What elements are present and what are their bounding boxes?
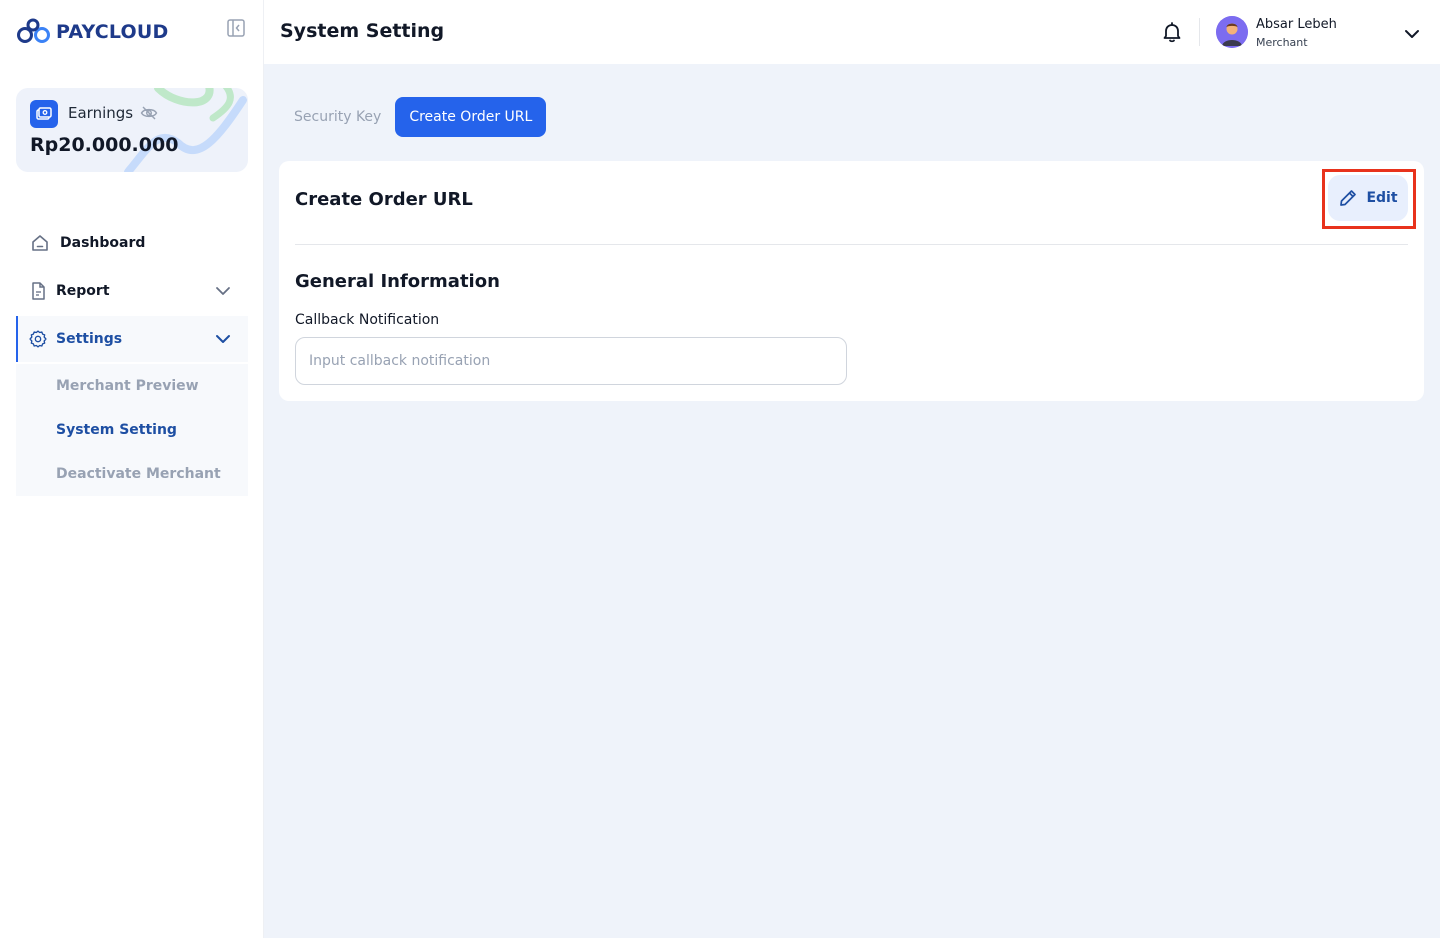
decorative-wave bbox=[124, 88, 247, 172]
brand-name: PAYCLOUD bbox=[56, 21, 169, 43]
chevron-down-icon bbox=[216, 335, 230, 343]
settings-tabs: Security Key Create Order URL bbox=[280, 97, 547, 137]
sidebar-item-merchant-preview[interactable]: Merchant Preview bbox=[16, 364, 248, 408]
create-order-url-card: Create Order URL Edit General Informatio… bbox=[279, 161, 1424, 401]
card-title: Create Order URL bbox=[295, 189, 473, 210]
home-icon bbox=[30, 233, 50, 253]
pencil-icon bbox=[1340, 190, 1357, 206]
sidebar-item-report[interactable]: Report bbox=[16, 268, 248, 314]
settings-submenu: Merchant Preview System Setting Deactiva… bbox=[16, 364, 248, 496]
header-divider bbox=[1199, 18, 1200, 46]
user-role: Merchant bbox=[1256, 36, 1308, 49]
sidebar-item-settings[interactable]: Settings bbox=[16, 316, 248, 362]
earnings-label: Earnings bbox=[68, 104, 134, 122]
sidebar-item-dashboard[interactable]: Dashboard bbox=[16, 220, 248, 266]
sidebar-item-system-setting[interactable]: System Setting bbox=[16, 408, 248, 452]
sidebar-item-deactivate-merchant[interactable]: Deactivate Merchant bbox=[16, 452, 248, 496]
tab-security-key[interactable]: Security Key bbox=[280, 97, 395, 137]
top-header: System Setting Absar Lebeh Merchant bbox=[264, 0, 1440, 64]
wallet-icon bbox=[30, 100, 58, 128]
sidebar-nav: Dashboard Report Settings Merchant Previ… bbox=[16, 220, 248, 496]
collapse-sidebar-icon bbox=[227, 19, 245, 37]
sidebar-item-label: Settings bbox=[56, 331, 123, 347]
chevron-down-icon bbox=[216, 287, 230, 295]
callback-notification-label: Callback Notification bbox=[295, 312, 440, 328]
earnings-card: Earnings Rp20.000.000 bbox=[16, 88, 248, 172]
eye-off-icon[interactable] bbox=[140, 105, 158, 121]
section-title: General Information bbox=[295, 271, 500, 292]
tab-create-order-url[interactable]: Create Order URL bbox=[395, 97, 547, 137]
sidebar-collapse-button[interactable] bbox=[226, 18, 246, 38]
sidebar-item-label: Report bbox=[56, 283, 110, 299]
sidebar-item-label: Dashboard bbox=[60, 235, 146, 251]
user-name: Absar Lebeh bbox=[1256, 17, 1337, 32]
document-icon bbox=[28, 281, 48, 301]
chevron-down-icon[interactable] bbox=[1402, 24, 1422, 44]
paycloud-logo-icon bbox=[17, 18, 50, 43]
edit-button[interactable]: Edit bbox=[1328, 175, 1408, 221]
sidebar: PAYCLOUD Earnings Rp20.000.000 Dashboard… bbox=[0, 0, 264, 938]
callback-notification-input[interactable] bbox=[295, 337, 847, 385]
edit-button-label: Edit bbox=[1366, 190, 1398, 206]
gear-icon bbox=[28, 329, 48, 349]
page-title: System Setting bbox=[280, 20, 445, 42]
earnings-value: Rp20.000.000 bbox=[30, 134, 179, 156]
bell-icon[interactable] bbox=[1160, 20, 1184, 44]
logo[interactable]: PAYCLOUD bbox=[16, 16, 168, 48]
divider bbox=[295, 244, 1408, 245]
avatar[interactable] bbox=[1216, 16, 1248, 48]
